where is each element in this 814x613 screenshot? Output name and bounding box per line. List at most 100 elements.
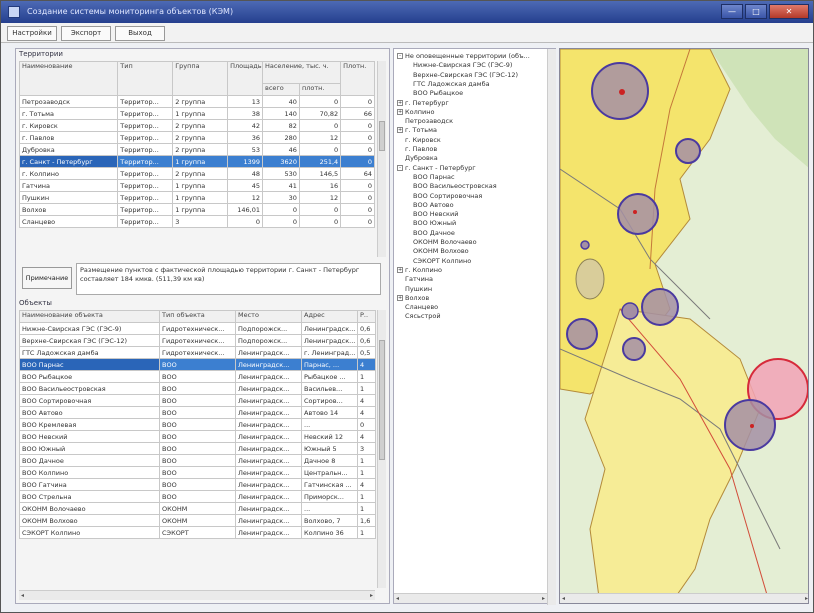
table-row[interactable]: Сланцево Территор... 3 0 0 0 0 xyxy=(18,215,375,228)
scroll-thumb[interactable] xyxy=(379,121,385,151)
table-cell[interactable]: Нижне-Свирская ГЭС (ГЭС-9) xyxy=(19,322,160,335)
table-cell[interactable]: 1 xyxy=(357,466,376,479)
table-row[interactable]: Петрозаводск Территор... 2 группа 13 40 0 0 xyxy=(18,95,375,108)
table-cell[interactable]: 0 xyxy=(340,215,375,228)
table-row[interactable]: г. Санкт - Петербург Территор... 1 группа 1… xyxy=(18,155,375,168)
table-cell[interactable]: 2 группа xyxy=(172,143,229,156)
table-cell[interactable]: 12 xyxy=(298,131,342,144)
table-cell[interactable]: 0 xyxy=(298,203,342,216)
table-cell[interactable]: 3 xyxy=(357,442,376,455)
table-cell[interactable]: Гидротехническ... xyxy=(159,346,236,359)
tree-item[interactable]: + г. Колпино xyxy=(397,266,442,275)
table-cell[interactable]: 2 группа xyxy=(172,95,229,108)
table-cell[interactable]: Ленинградск... xyxy=(235,406,302,419)
table-cell[interactable]: Подпорожск... xyxy=(235,334,302,347)
table-row[interactable]: Нижне-Свирская ГЭС (ГЭС-9) Гидротехническ… xyxy=(19,322,376,335)
table-cell[interactable]: Рыбацкое ... xyxy=(301,370,358,383)
table-cell[interactable]: Ленинградск... xyxy=(235,490,302,503)
table-cell[interactable]: 13 xyxy=(227,95,263,108)
table-cell[interactable]: ОКОНМ Волхово xyxy=(19,514,160,527)
table-cell[interactable]: Гидротехническ... xyxy=(159,334,236,347)
table-cell[interactable]: 16 xyxy=(298,179,342,192)
objects-hscrollbar[interactable]: ◂ ▸ xyxy=(19,590,375,600)
table-cell[interactable]: ВОО xyxy=(159,382,236,395)
table-row[interactable]: г. Кировск Территор... 2 группа 42 82 0 0 xyxy=(18,119,375,132)
table-cell[interactable]: 40 xyxy=(261,95,300,108)
tree-item[interactable]: ВОО Парнас xyxy=(413,173,455,182)
table-cell[interactable]: 1 группа xyxy=(172,191,229,204)
collapse-icon[interactable]: - xyxy=(397,53,403,59)
table-cell[interactable]: 530 xyxy=(261,167,300,180)
table-row[interactable]: Волхов Территор... 1 группа 146,01 0 0 0 xyxy=(18,203,375,216)
table-cell[interactable]: 45 xyxy=(227,179,263,192)
table-cell[interactable]: Ленинградск... xyxy=(235,514,302,527)
tree-item[interactable]: Сланцево xyxy=(405,303,438,312)
table-cell[interactable]: 12 xyxy=(298,191,342,204)
table-cell[interactable]: 1,6 xyxy=(357,514,376,527)
table-cell[interactable]: 2 группа xyxy=(172,131,229,144)
table-cell[interactable]: Дачное 8 xyxy=(301,454,358,467)
table-cell[interactable]: 0 xyxy=(298,215,342,228)
table-cell[interactable]: ВОО xyxy=(159,394,236,407)
table-cell[interactable]: Гидротехническ... xyxy=(159,322,236,335)
table-cell[interactable]: Ленинградск... xyxy=(301,334,358,347)
note-text[interactable]: Размещение пунктов с фактической площадь… xyxy=(76,263,381,295)
table-cell[interactable]: 4 xyxy=(357,406,376,419)
table-cell[interactable]: 0,6 xyxy=(357,334,376,347)
tree-item[interactable]: + Волхов xyxy=(397,294,429,303)
table-row[interactable]: ВОО Колпино ВОО Ленинградск... Центральн...… xyxy=(19,466,376,479)
expand-icon[interactable]: + xyxy=(397,294,403,301)
col-header[interactable]: Место xyxy=(235,310,302,323)
table-row[interactable]: ВОО Дачное ВОО Ленинградск... Дачное 81 xyxy=(19,454,376,467)
table-cell[interactable]: ВОО xyxy=(159,370,236,383)
table-cell[interactable]: Волхов xyxy=(18,203,119,216)
zone-marker[interactable] xyxy=(633,210,637,214)
tree-item[interactable]: ОКОНМ Волхово xyxy=(413,247,469,256)
table-cell[interactable]: 46 xyxy=(261,143,300,156)
table-cell[interactable]: 0 xyxy=(298,143,342,156)
table-row[interactable]: ГТС Ладожская дамба Гидротехническ... Лени… xyxy=(19,346,376,359)
tree-item[interactable]: ВОО Дачное xyxy=(413,229,455,238)
tree-item[interactable]: г. Кировск xyxy=(405,136,441,145)
table-cell[interactable]: Гатчина xyxy=(18,179,119,192)
table-cell[interactable]: г. Санкт - Петербург xyxy=(18,155,119,168)
zone-marker[interactable] xyxy=(750,424,754,428)
table-cell[interactable]: ВОО xyxy=(159,454,236,467)
scroll-right-icon[interactable]: ▸ xyxy=(805,595,808,602)
table-cell[interactable]: Ленинградск... xyxy=(235,382,302,395)
table-cell[interactable]: ВОО Кремлевая xyxy=(19,418,160,431)
table-cell[interactable]: ВОО Дачное xyxy=(19,454,160,467)
tree-item[interactable]: Дубровка xyxy=(405,154,438,163)
territories-scrollbar[interactable] xyxy=(377,61,386,257)
table-cell[interactable]: 1 группа xyxy=(172,107,229,120)
zone-circle[interactable] xyxy=(621,302,639,320)
table-cell[interactable]: ВОО Стрельна xyxy=(19,490,160,503)
table-cell[interactable]: 36 xyxy=(227,131,263,144)
tab-settings[interactable]: Настройки xyxy=(7,26,57,41)
table-cell[interactable]: СЭКОРТ Колпино xyxy=(19,526,160,539)
table-row[interactable]: ВОО Автово ВОО Ленинградск... Автово 14 4 xyxy=(19,406,376,419)
table-cell[interactable]: Подпорожск... xyxy=(235,322,302,335)
table-row[interactable]: ВОО Гатчина ВОО Ленинградск... Гатчинская .… xyxy=(19,478,376,491)
table-cell[interactable]: Автово 14 xyxy=(301,406,358,419)
table-cell[interactable]: 1 xyxy=(357,526,376,539)
expand-icon[interactable]: + xyxy=(397,266,403,273)
table-cell[interactable]: 4 xyxy=(357,358,376,371)
collapse-icon[interactable]: - xyxy=(397,164,403,171)
tree-item[interactable]: Петрозаводск xyxy=(405,117,453,126)
table-cell[interactable]: Территор... xyxy=(117,95,174,108)
table-cell[interactable]: ... xyxy=(301,418,358,431)
table-cell[interactable]: СЭКОРТ xyxy=(159,526,236,539)
tree-item[interactable]: + Колпино xyxy=(397,108,434,117)
table-cell[interactable]: 38 xyxy=(227,107,263,120)
table-cell[interactable]: 41 xyxy=(261,179,300,192)
tree-item[interactable]: ВОО Сортировочная xyxy=(413,192,482,201)
table-cell[interactable]: ОКОНМ xyxy=(159,502,236,515)
table-cell[interactable]: ВОО Южный xyxy=(19,442,160,455)
table-row[interactable]: ВОО Невский ВОО Ленинградск... Невский 12 4 xyxy=(19,430,376,443)
table-cell[interactable]: Сланцево xyxy=(18,215,119,228)
table-row[interactable]: ВОО Южный ВОО Ленинградск... Южный 53 xyxy=(19,442,376,455)
table-cell[interactable]: 0 xyxy=(298,95,342,108)
tree-item[interactable]: г. Павлов xyxy=(405,145,437,154)
table-row[interactable]: СЭКОРТ Колпино СЭКОРТ Ленинградск... Колпин… xyxy=(19,526,376,539)
